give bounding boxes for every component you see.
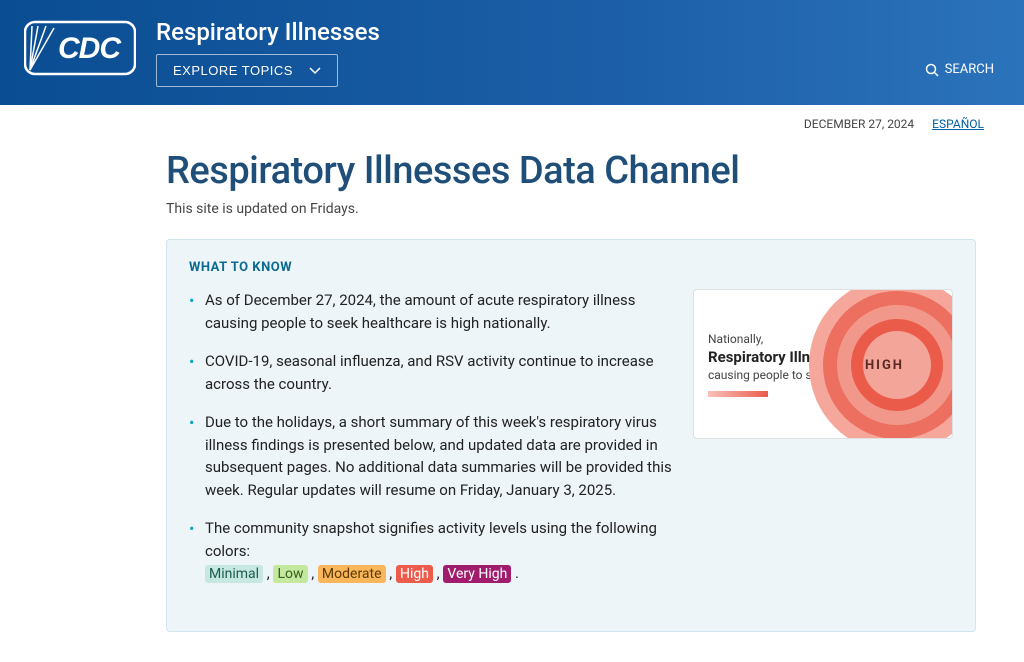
- site-header: CDC Respiratory Illnesses EXPLORE TOPICS…: [0, 0, 1024, 105]
- main-content: Respiratory Illnesses Data Channel This …: [166, 139, 976, 662]
- snapshot-level-bar: [708, 391, 768, 397]
- cdc-logo[interactable]: CDC: [24, 18, 136, 82]
- level-badge-veryhigh: Very High: [443, 565, 511, 583]
- explore-topics-button[interactable]: EXPLORE TOPICS: [156, 54, 338, 87]
- level-badge-minimal: Minimal: [205, 565, 263, 583]
- search-icon: [925, 63, 939, 77]
- level-badge-low: Low: [273, 565, 307, 583]
- list-item: The community snapshot signifies activit…: [189, 517, 673, 585]
- color-legend-intro: The community snapshot signifies activit…: [205, 519, 657, 560]
- page-title: Respiratory Illnesses Data Channel: [166, 149, 976, 193]
- utility-bar: DECEMBER 27, 2024 ESPAÑOL: [0, 105, 1024, 139]
- level-badge-high: High: [396, 565, 433, 583]
- what-to-know-heading: WHAT TO KNOW: [189, 260, 953, 275]
- chevron-down-icon: [309, 67, 321, 75]
- svg-text:CDC: CDC: [58, 32, 122, 65]
- page-subtitle: This site is updated on Fridays.: [166, 201, 976, 217]
- national-snapshot-card[interactable]: Nationally, Respiratory Illness causing …: [693, 289, 953, 439]
- language-link-spanish[interactable]: ESPAÑOL: [932, 117, 984, 131]
- key-points-list: As of December 27, 2024, the amount of a…: [189, 289, 673, 601]
- page-date: DECEMBER 27, 2024: [804, 117, 914, 131]
- level-badge-moderate: Moderate: [318, 565, 386, 583]
- list-item: COVID-19, seasonal influenza, and RSV ac…: [189, 350, 673, 395]
- site-title[interactable]: Respiratory Illnesses: [156, 18, 1000, 46]
- snapshot-level-label: HIGH: [865, 358, 904, 373]
- search-button[interactable]: SEARCH: [925, 62, 994, 77]
- list-item: Due to the holidays, a short summary of …: [189, 411, 673, 501]
- search-label: SEARCH: [945, 62, 994, 77]
- list-item: As of December 27, 2024, the amount of a…: [189, 289, 673, 334]
- what-to-know-card: WHAT TO KNOW As of December 27, 2024, th…: [166, 239, 976, 632]
- explore-topics-label: EXPLORE TOPICS: [173, 63, 293, 78]
